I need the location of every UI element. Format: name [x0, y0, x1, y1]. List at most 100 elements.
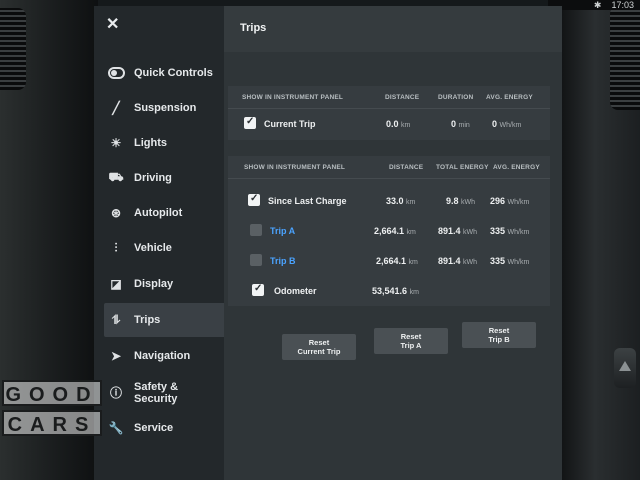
avg-energy-value: 296 — [490, 196, 506, 206]
table-row-since-last-charge: Since Last Charge 33.0 km 9.8 kWh 296 Wh… — [228, 188, 550, 214]
distance-unit: km — [406, 229, 416, 236]
energy-cell: 0 Wh/km — [492, 119, 521, 129]
sidebar-item-label: Lights — [134, 137, 167, 149]
distance-cell: 2,664.1 km — [376, 256, 418, 266]
sidebar-item-quick-controls[interactable]: Quick Controls — [106, 59, 224, 87]
sliders-icon: ⫶ — [114, 240, 118, 255]
watermark-letter: CARS — [2, 410, 102, 436]
distance-cell: 53,541.6 km — [372, 286, 419, 296]
reset-trip-b-button[interactable]: Reset Trip B — [462, 322, 536, 348]
trip-a-checkbox[interactable] — [250, 224, 262, 236]
avg-energy-value: 335 — [490, 256, 506, 266]
distance-cell: 33.0 km — [386, 196, 415, 206]
header-show: SHOW IN INSTRUMENT PANEL — [242, 94, 344, 101]
energy-unit: Wh/km — [499, 122, 522, 129]
close-icon[interactable]: ✕ — [106, 14, 119, 34]
navigation-arrow-icon: ➤ — [110, 349, 122, 363]
watermark-line-1: GOOD — [2, 380, 103, 408]
avg-energy-unit: Wh/km — [507, 259, 530, 266]
distance-cell: 0.0 km — [386, 119, 410, 129]
settings-sidebar: ✕ Quick Controls ╱ Suspension ☀ Lights ⛟… — [94, 6, 238, 480]
total-energy-unit: kWh — [463, 229, 478, 236]
sidebar-item-display[interactable]: ◪ Display — [106, 270, 224, 298]
sidebar-item-label: Suspension — [134, 102, 197, 114]
avg-energy-value: 335 — [490, 226, 506, 236]
odometer-checkbox[interactable] — [252, 283, 264, 296]
duration-unit: min — [458, 122, 470, 129]
total-energy-value: 9.8 — [446, 196, 459, 206]
total-energy-unit: kWh — [461, 199, 476, 206]
distance-value: 2,664.1 — [376, 256, 407, 266]
distance-value: 0.0 — [386, 119, 399, 129]
panel-header: SHOW IN INSTRUMENT PANEL DISTANCE DURATI… — [228, 86, 550, 108]
total-energy-cell: 9.8 kWh — [446, 196, 475, 206]
page-title: Trips — [240, 22, 267, 34]
watermark-line-2: CARS — [2, 410, 103, 438]
sidebar-item-label: Trips — [134, 314, 161, 326]
trip-b-checkbox[interactable] — [250, 254, 262, 266]
trip-a-link[interactable]: Trip A — [270, 226, 295, 236]
total-energy-cell: 891.4 kWh — [438, 226, 477, 236]
divider — [228, 108, 550, 109]
sidebar-item-safety-security[interactable]: ⓘ Safety & Security — [106, 377, 224, 409]
header-distance: DISTANCE — [385, 94, 420, 101]
car-icon: ⛟ — [108, 170, 124, 184]
hazard-button[interactable] — [614, 348, 636, 388]
avg-energy-cell: 335 Wh/km — [490, 256, 529, 266]
steering-wheel-icon: ⊛ — [110, 206, 122, 220]
current-trip-panel: SHOW IN INSTRUMENT PANEL DISTANCE DURATI… — [228, 86, 550, 140]
table-row-trip-b: Trip B 2,664.1 km 891.4 kWh 335 Wh/km — [228, 248, 550, 274]
toggle-icon — [106, 65, 126, 81]
row-label: Odometer — [274, 286, 317, 296]
header-duration: DURATION — [438, 94, 474, 101]
sidebar-item-label: Driving — [134, 172, 172, 184]
row-label: Current Trip — [264, 119, 316, 129]
sidebar-item-trips[interactable]: ⥮ Trips — [104, 303, 238, 337]
current-trip-checkbox[interactable] — [244, 116, 256, 129]
avg-energy-unit: Wh/km — [507, 199, 530, 206]
right-bezel — [558, 0, 640, 480]
table-row-trip-a: Trip A 2,664.1 km 891.4 kWh 335 Wh/km — [228, 218, 550, 244]
since-last-charge-checkbox[interactable] — [248, 193, 260, 206]
distance-unit: km — [406, 199, 416, 206]
duration-value: 0 — [451, 119, 457, 129]
duration-cell: 0 min — [451, 119, 470, 129]
distance-value: 2,664.1 — [374, 226, 405, 236]
total-energy-value: 891.4 — [438, 226, 461, 236]
sidebar-item-vehicle[interactable]: ⫶ Vehicle — [106, 234, 224, 262]
suspension-icon: ╱ — [112, 101, 120, 115]
header-show: SHOW IN INSTRUMENT PANEL — [244, 164, 346, 171]
distance-value: 53,541.6 — [372, 286, 408, 296]
touchscreen: ✕ Quick Controls ╱ Suspension ☀ Lights ⛟… — [94, 6, 562, 480]
row-label: Since Last Charge — [268, 196, 347, 206]
trips-icon: ⥮ — [111, 312, 121, 327]
sidebar-item-suspension[interactable]: ╱ Suspension — [106, 94, 224, 122]
sidebar-item-navigation[interactable]: ➤ Navigation — [106, 342, 224, 370]
header-total-energy: TOTAL ENERGY — [436, 164, 489, 171]
header-distance: DISTANCE — [389, 164, 424, 171]
right-air-vent — [610, 6, 640, 110]
sidebar-item-driving[interactable]: ⛟ Driving — [106, 164, 224, 192]
sidebar-item-label: Display — [134, 278, 174, 290]
reset-current-trip-button[interactable]: Reset Current Trip — [282, 334, 356, 360]
distance-value: 33.0 — [386, 196, 404, 206]
left-air-vent — [0, 8, 26, 90]
sidebar-item-label: Service — [134, 422, 174, 434]
sidebar-item-service[interactable]: 🔧 Service — [106, 414, 224, 442]
bluetooth-icon: ✱ — [593, 0, 602, 10]
total-energy-value: 891.4 — [438, 256, 461, 266]
sidebar-item-label: Vehicle — [134, 242, 172, 254]
sidebar-item-label: Navigation — [134, 350, 191, 362]
total-energy-cell: 891.4 kWh — [438, 256, 477, 266]
sidebar-item-label: Autopilot — [134, 207, 183, 219]
reset-trip-a-button[interactable]: Reset Trip A — [374, 328, 448, 354]
trip-b-link[interactable]: Trip B — [270, 256, 296, 266]
table-row-current-trip: Current Trip 0.0 km 0 min 0 Wh/km — [228, 111, 550, 137]
total-energy-unit: kWh — [463, 259, 478, 266]
sidebar-item-autopilot[interactable]: ⊛ Autopilot — [106, 199, 224, 227]
distance-unit: km — [401, 122, 411, 129]
distance-unit: km — [409, 289, 419, 296]
trips-content: Trips SHOW IN INSTRUMENT PANEL DISTANCE … — [224, 6, 562, 480]
sidebar-item-lights[interactable]: ☀ Lights — [106, 129, 224, 157]
hazard-triangle-icon — [619, 361, 631, 371]
